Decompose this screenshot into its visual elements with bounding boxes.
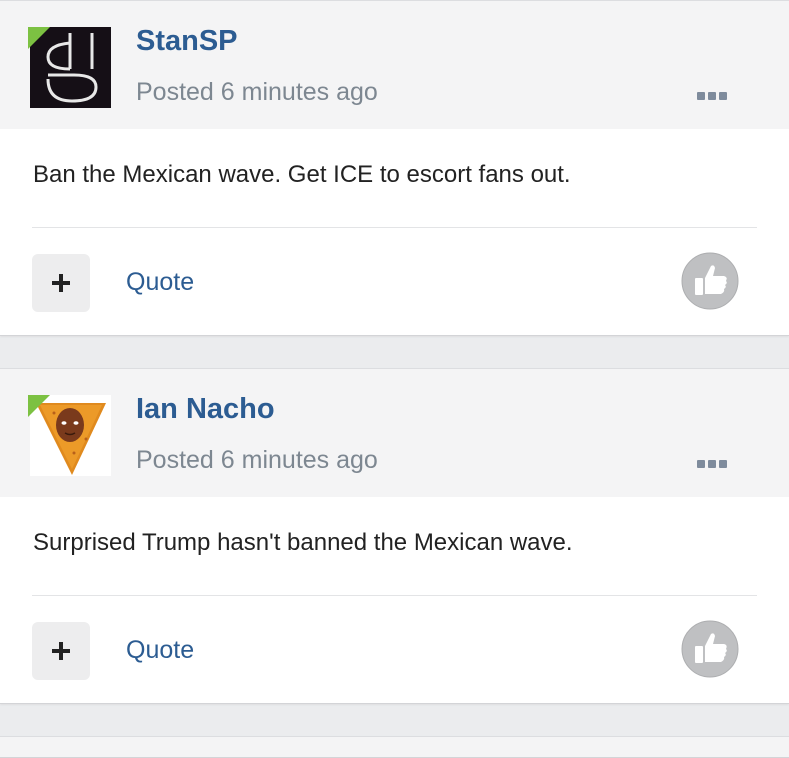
thumbs-up-icon xyxy=(681,620,739,678)
thumbs-up-icon xyxy=(681,252,739,310)
divider xyxy=(32,227,757,228)
plus-icon xyxy=(52,274,70,292)
more-options-icon[interactable] xyxy=(697,455,731,468)
quote-link[interactable]: Quote xyxy=(126,636,194,665)
quote-link[interactable]: Quote xyxy=(126,268,194,297)
post: StanSP Posted 6 minutes ago Ban the Mexi… xyxy=(0,0,789,336)
add-button[interactable] xyxy=(32,254,90,312)
post: Ian Nacho Posted 6 minutes ago Surprised… xyxy=(0,368,789,704)
post-timestamp: Posted 6 minutes ago xyxy=(136,78,378,106)
post-content: Ban the Mexican wave. Get ICE to escort … xyxy=(33,161,571,188)
plus-icon xyxy=(52,642,70,660)
post-header: Ian Nacho Posted 6 minutes ago xyxy=(0,369,789,497)
post-content: Surprised Trump hasn't banned the Mexica… xyxy=(33,529,573,556)
post-header xyxy=(0,737,789,757)
post xyxy=(0,736,789,758)
post-header: StanSP Posted 6 minutes ago xyxy=(0,1,789,129)
online-indicator xyxy=(28,27,50,49)
author-name[interactable]: StanSP xyxy=(136,25,238,58)
more-options-icon[interactable] xyxy=(697,87,731,100)
post-timestamp: Posted 6 minutes ago xyxy=(136,446,378,474)
like-button[interactable] xyxy=(681,252,739,310)
author-name[interactable]: Ian Nacho xyxy=(136,393,275,426)
add-button[interactable] xyxy=(32,622,90,680)
like-button[interactable] xyxy=(681,620,739,678)
online-indicator xyxy=(28,395,50,417)
divider xyxy=(32,595,757,596)
